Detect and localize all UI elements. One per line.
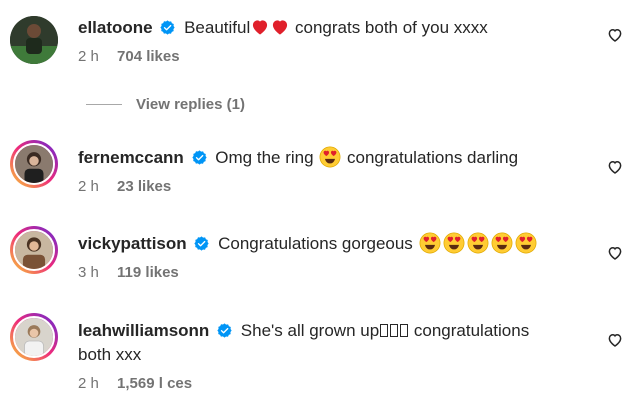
- comment-text: Congratulations gorgeous: [218, 234, 418, 253]
- heart-outline-icon: [608, 160, 622, 174]
- avatar-photo: [15, 231, 53, 269]
- comment-timestamp: 2 h: [78, 178, 99, 195]
- missing-glyph-icon: [400, 324, 409, 337]
- red-heart-emoji-icon: [250, 17, 270, 37]
- comment-likes[interactable]: 704 likes: [117, 48, 180, 65]
- missing-glyph-icon: [380, 324, 389, 337]
- verified-badge-icon: [217, 323, 232, 338]
- verified-badge-icon: [160, 20, 175, 35]
- heart-outline-icon: [608, 333, 622, 347]
- comment-text: Beautiful: [184, 18, 251, 37]
- comment-text: congratulations: [409, 321, 530, 340]
- heart-outline-icon: [608, 28, 622, 42]
- heart-eyes-emoji-icon: [319, 146, 341, 168]
- replies-divider: [86, 104, 122, 105]
- missing-glyph-icon: [390, 324, 399, 337]
- heart-eyes-emoji-icon: [515, 232, 537, 254]
- comment-meta: 3 h 119 likes: [78, 264, 586, 281]
- comment-timestamp: 2 h: [78, 48, 99, 65]
- like-button[interactable]: [606, 26, 624, 44]
- comment-username[interactable]: vickypattison: [78, 234, 187, 253]
- heart-eyes-emoji-icon: [491, 232, 513, 254]
- heart-eyes-emoji-icon: [419, 232, 441, 254]
- heart-eyes-emoji-icon: [467, 232, 489, 254]
- comment-text: congrats both of you xxxx: [290, 18, 488, 37]
- heart-eyes-emoji-icon: [443, 232, 465, 254]
- avatar[interactable]: [10, 226, 58, 274]
- comment-likes[interactable]: 1,569 l ces: [117, 375, 192, 392]
- comment-timestamp: 3 h: [78, 264, 99, 281]
- view-replies-label: View replies (1): [136, 96, 245, 113]
- comment-text-continued: both xxx: [78, 345, 142, 364]
- comment-meta: 2 h 1,569 l ces: [78, 375, 586, 392]
- comment-username[interactable]: ellatoone: [78, 18, 153, 37]
- avatar-photo: [15, 145, 53, 183]
- avatar[interactable]: [10, 313, 58, 361]
- comment-likes[interactable]: 119 likes: [117, 264, 179, 281]
- comment-text: She's all grown up: [240, 321, 380, 340]
- verified-badge-icon: [194, 236, 210, 251]
- like-button[interactable]: [606, 244, 624, 262]
- view-replies-button[interactable]: View replies (1): [86, 96, 245, 113]
- comment-username[interactable]: fernemccann: [78, 148, 184, 167]
- comment-text: Omg the ring: [215, 148, 319, 167]
- heart-outline-icon: [608, 246, 622, 260]
- avatar[interactable]: [10, 140, 58, 188]
- avatar[interactable]: [10, 16, 58, 64]
- like-button[interactable]: [606, 158, 624, 176]
- comment-meta: 2 h 704 likes: [78, 48, 586, 65]
- comment-meta: 2 h 23 likes: [78, 178, 586, 195]
- comment-likes[interactable]: 23 likes: [117, 178, 171, 195]
- comment-timestamp: 2 h: [78, 375, 99, 392]
- avatar-photo: [15, 318, 53, 356]
- comment-text: congratulations darling: [342, 148, 519, 167]
- like-button[interactable]: [606, 331, 624, 349]
- comment-username[interactable]: leahwilliamsonn: [78, 321, 209, 340]
- avatar-photo: [10, 16, 58, 64]
- verified-badge-icon: [191, 150, 207, 165]
- red-heart-emoji-icon: [270, 17, 290, 37]
